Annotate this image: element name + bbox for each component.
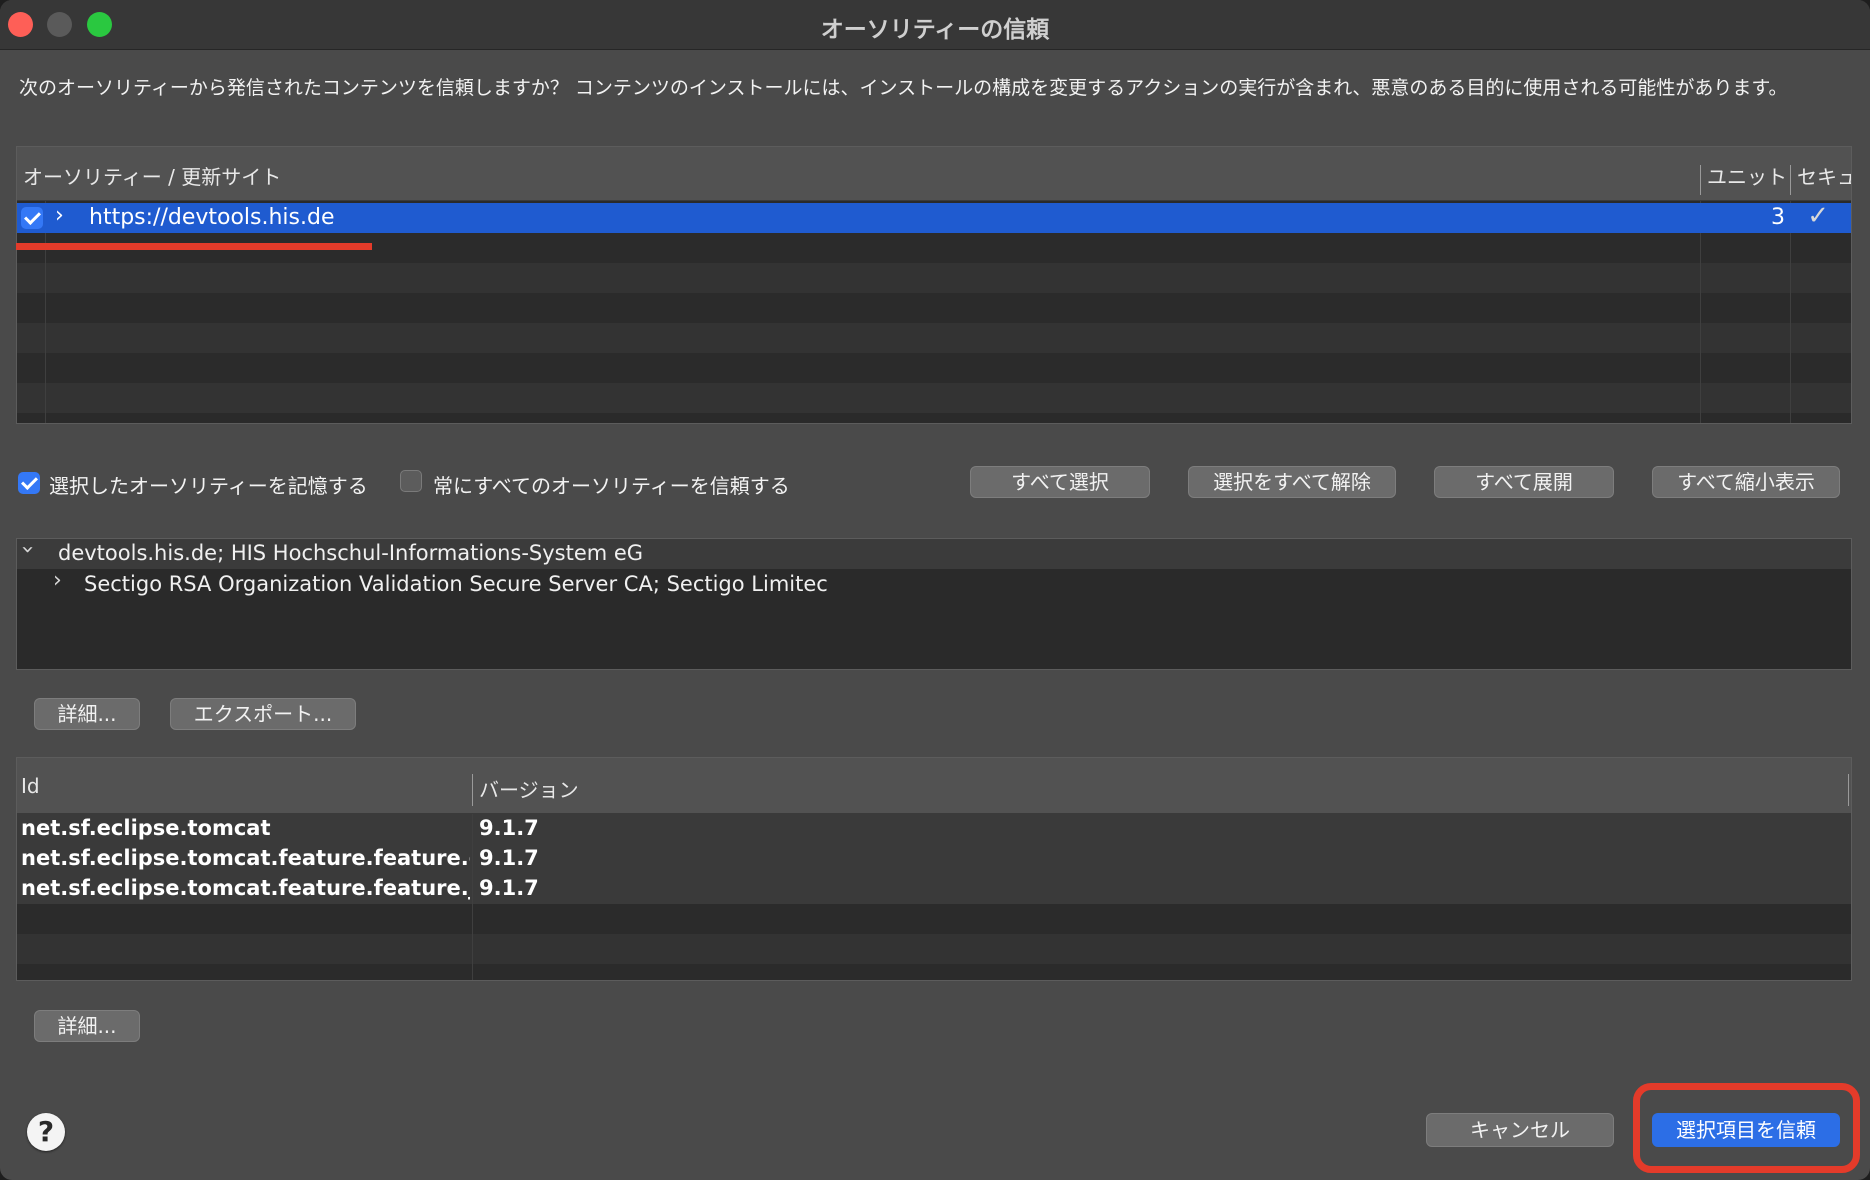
- unit-version[interactable]: 9.1.7: [479, 846, 539, 870]
- table-row-empty: [17, 383, 1851, 413]
- certificate-root-label: devtools.his.de; HIS Hochschul-Informati…: [58, 541, 644, 565]
- select-all-button[interactable]: すべて選択: [970, 466, 1150, 498]
- column-line: [472, 814, 473, 980]
- table-row-empty: [17, 323, 1851, 353]
- column-divider[interactable]: [1848, 774, 1849, 806]
- column-line: [45, 201, 46, 423]
- unit-version[interactable]: 9.1.7: [479, 876, 539, 900]
- security-check-icon: ✓: [1807, 201, 1829, 231]
- always-trust-label[interactable]: 常にすべてのオーソリティーを信頼する: [433, 470, 790, 499]
- remember-authorities-label[interactable]: 選択したオーソリティーを記憶する: [49, 470, 368, 499]
- authority-url: https://devtools.his.de: [89, 205, 335, 230]
- column-header-units[interactable]: ユニット: [1707, 161, 1787, 190]
- column-header-authority[interactable]: オーソリティー / 更新サイト: [23, 161, 281, 190]
- chevron-right-icon[interactable]: ›: [53, 568, 62, 593]
- certificate-child-label[interactable]: Sectigo RSA Organization Validation Secu…: [84, 572, 828, 596]
- annotation-highlight-ring: [1633, 1083, 1860, 1173]
- expand-all-button[interactable]: すべて展開: [1434, 466, 1614, 498]
- table-row-empty: [17, 353, 1851, 383]
- unit-id[interactable]: net.sf.eclipse.tomcat.feature.feature.ja…: [21, 876, 470, 900]
- authority-row-selected[interactable]: › https://devtools.his.de 3 ✓: [17, 201, 1851, 233]
- units-table[interactable]: Id バージョン net.sf.eclipse.tomcat 9.1.7 net…: [16, 757, 1852, 981]
- annotation-underline: [16, 243, 372, 250]
- unit-version[interactable]: 9.1.7: [479, 816, 539, 840]
- chevron-right-icon[interactable]: ›: [55, 203, 64, 228]
- trust-authorities-dialog: オーソリティーの信頼 次のオーソリティーから発信されたコンテンツを信頼しますか？…: [0, 0, 1870, 1180]
- authority-table-header: オーソリティー / 更新サイト ユニット セキュ: [17, 147, 1851, 201]
- column-divider[interactable]: [1790, 165, 1791, 195]
- certificate-tree-row[interactable]: › devtools.his.de; HIS Hochschul-Informa…: [15, 539, 1851, 569]
- deselect-all-button[interactable]: 選択をすべて解除: [1188, 466, 1396, 498]
- remember-authorities-checkbox[interactable]: [18, 472, 40, 494]
- table-row-empty: [17, 263, 1851, 293]
- column-divider[interactable]: [1700, 165, 1701, 195]
- collapse-all-button[interactable]: すべて縮小表示: [1652, 466, 1840, 498]
- dialog-description: 次のオーソリティーから発信されたコンテンツを信頼しますか？ コンテンツのインスト…: [19, 77, 1788, 99]
- certificate-details-button[interactable]: 詳細...: [34, 698, 140, 730]
- authority-table[interactable]: オーソリティー / 更新サイト ユニット セキュ › https://devto…: [16, 146, 1852, 424]
- dialog-title: オーソリティーの信頼: [820, 17, 1050, 43]
- help-icon[interactable]: ?: [27, 1113, 65, 1151]
- certificate-tree[interactable]: › devtools.his.de; HIS Hochschul-Informa…: [15, 538, 1852, 670]
- authority-unit-count: 3: [1771, 205, 1785, 230]
- column-divider[interactable]: [472, 774, 473, 806]
- unit-id[interactable]: net.sf.eclipse.tomcat: [21, 816, 470, 840]
- column-header-version[interactable]: バージョン: [479, 774, 579, 803]
- table-row-empty: [17, 293, 1851, 323]
- table-row-empty: [17, 934, 1851, 964]
- column-header-id[interactable]: Id: [21, 774, 40, 798]
- column-line: [1700, 201, 1701, 423]
- export-button[interactable]: エクスポート...: [170, 698, 356, 730]
- column-header-security[interactable]: セキュ: [1797, 161, 1851, 190]
- chevron-down-icon[interactable]: ›: [15, 545, 40, 554]
- authority-row-checkbox[interactable]: [21, 207, 43, 229]
- title-bar: オーソリティーの信頼: [0, 0, 1870, 50]
- cancel-button[interactable]: キャンセル: [1426, 1113, 1614, 1147]
- units-table-header: Id バージョン: [17, 758, 1851, 814]
- table-row-empty: [17, 964, 1851, 980]
- always-trust-checkbox[interactable]: [400, 470, 422, 492]
- unit-details-button[interactable]: 詳細...: [34, 1010, 140, 1042]
- table-row-empty: [17, 904, 1851, 934]
- column-line: [1790, 201, 1791, 423]
- unit-id[interactable]: net.sf.eclipse.tomcat.feature.feature.gr…: [21, 846, 470, 870]
